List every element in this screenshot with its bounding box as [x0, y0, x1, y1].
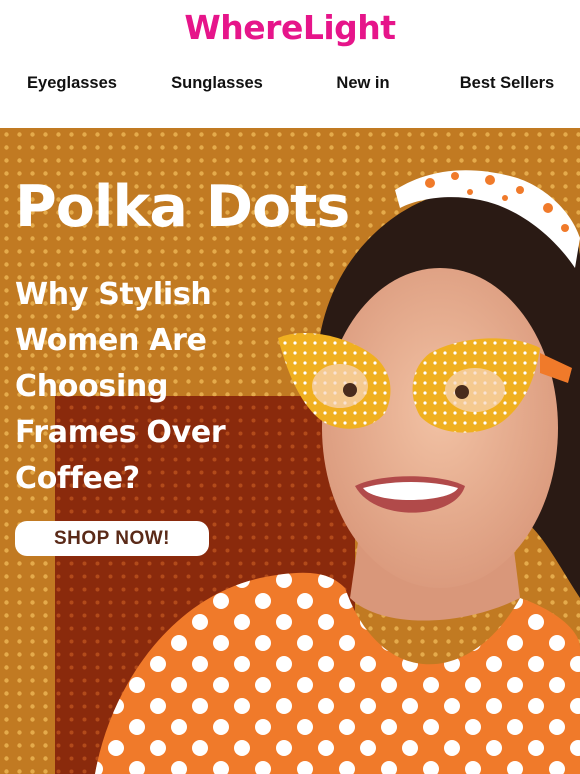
nav-item-eyeglasses[interactable]: Eyeglasses — [17, 74, 127, 93]
hero-headline: Polka Dots — [15, 174, 350, 240]
nav-item-best-sellers[interactable]: Best Sellers — [452, 74, 562, 93]
category-nav: Eyeglasses Sunglasses New in Best Seller… — [0, 58, 580, 128]
nav-item-new-in[interactable]: New in — [308, 74, 418, 93]
nav-item-sunglasses[interactable]: Sunglasses — [163, 74, 271, 93]
hero-subhead: Why Stylish Women Are Choosing Frames Ov… — [15, 277, 226, 496]
email-header: WhereLight — [0, 0, 580, 58]
shop-now-button[interactable]: SHOP NOW! — [15, 521, 209, 556]
brand-logo[interactable]: WhereLight — [0, 8, 580, 47]
hero-banner[interactable]: Polka Dots Why Stylish Women Are Choosin… — [0, 128, 580, 774]
